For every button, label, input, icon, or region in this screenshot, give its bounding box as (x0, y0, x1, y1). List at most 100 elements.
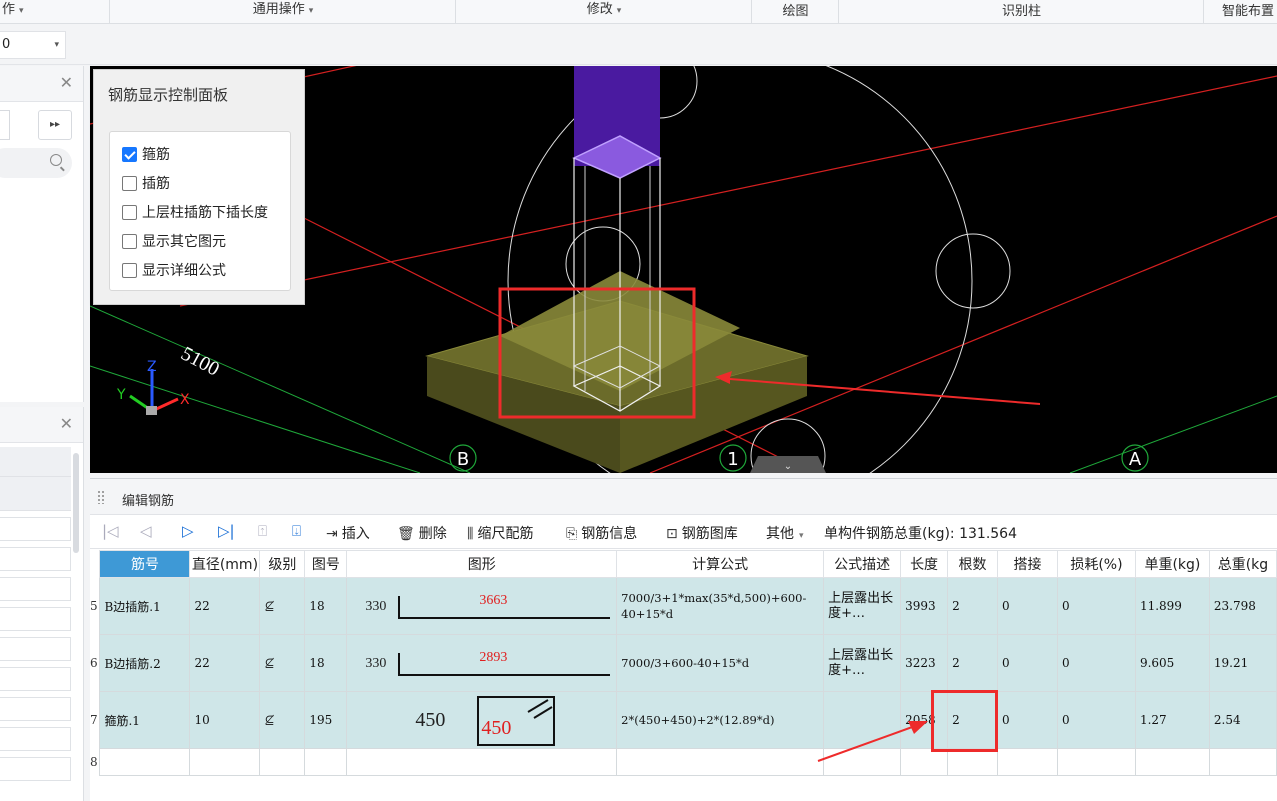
cell-empty[interactable] (99, 748, 191, 776)
cell-loss[interactable]: 0 (1056, 577, 1136, 635)
cell-empty[interactable] (1056, 748, 1136, 776)
col-header[interactable]: 总重(kg (1208, 550, 1277, 578)
ribbon-group-smart-layout[interactable]: 智能布置 (1205, 0, 1277, 24)
ribbon-group-identify-column[interactable]: 识别柱 (840, 0, 1204, 24)
property-row[interactable] (0, 667, 71, 691)
delete-button[interactable]: 🗑 删除 (397, 523, 447, 543)
cell-unit-weight[interactable]: 9.605 (1134, 634, 1210, 692)
col-header[interactable]: 长度 (900, 550, 949, 578)
col-header[interactable]: 计算公式 (616, 550, 825, 578)
cell-total-weight[interactable]: 23.798 (1208, 577, 1277, 635)
col-header[interactable]: 图形 (346, 550, 618, 578)
ribbon-group-modify[interactable]: 修改 ▾ (457, 0, 752, 24)
cell-diameter[interactable]: 22 (189, 577, 261, 635)
cell-shape[interactable]: 330 2893 (346, 634, 618, 692)
close-icon[interactable]: ✕ (60, 74, 73, 92)
option-show-formula[interactable]: 显示详细公式 (122, 260, 226, 280)
cell-name[interactable]: B边插筋.1 (99, 577, 191, 635)
cell-shape[interactable]: 450 450 (346, 691, 618, 749)
option-stirrup[interactable]: 箍筋 (122, 144, 170, 164)
ribbon-group-draw[interactable]: 绘图 (753, 0, 839, 24)
col-header[interactable]: 根数 (947, 550, 999, 578)
move-up-icon[interactable]: ⍐ (258, 522, 267, 540)
checkbox[interactable] (122, 262, 137, 278)
last-record-icon[interactable]: ▷| (218, 522, 235, 540)
property-row[interactable] (0, 697, 71, 721)
cell-formula[interactable]: 7000/3+1*max(35*d,500)+600-40+15*d (616, 577, 825, 635)
insert-button[interactable]: ⇥ 插入 (326, 523, 370, 543)
table-row[interactable]: 7 箍筋.1 10 ⊈ 195 450 450 2*(450+450)+2*(1… (90, 691, 1277, 749)
cell-loss[interactable]: 0 (1056, 691, 1136, 749)
cell-empty[interactable] (189, 748, 261, 776)
checkbox[interactable] (122, 233, 137, 249)
option-dowel[interactable]: 插筋 (122, 173, 170, 193)
cell-empty[interactable] (1134, 748, 1210, 776)
col-header[interactable]: 单重(kg) (1134, 550, 1210, 578)
ribbon-group-operate[interactable]: 作 ▾ (0, 0, 110, 24)
cell-grade[interactable]: ⊈ (259, 634, 306, 692)
checkbox[interactable] (122, 204, 137, 220)
scrollbar[interactable] (73, 453, 79, 553)
cell-empty[interactable] (346, 748, 618, 776)
cell-count[interactable]: 2 (947, 577, 999, 635)
col-header[interactable]: 直径(mm) (189, 550, 261, 578)
checkbox[interactable] (122, 175, 137, 191)
close-icon[interactable]: ✕ (60, 415, 73, 433)
cell-lap[interactable]: 0 (997, 577, 1058, 635)
search-input[interactable] (0, 148, 72, 178)
filter-input[interactable] (0, 110, 10, 140)
property-row[interactable] (0, 637, 71, 661)
table-row[interactable]: 6 B边插筋.2 22 ⊈ 18 330 2893 7000/3+600-40+… (90, 634, 1277, 692)
cell-count[interactable]: 2 (947, 634, 999, 692)
cell-empty[interactable] (1208, 748, 1277, 776)
cell-unit-weight[interactable]: 1.27 (1134, 691, 1210, 749)
cell-empty[interactable] (947, 748, 999, 776)
table-row[interactable]: 5 B边插筋.1 22 ⊈ 18 330 3663 7000/3+1*max(3… (90, 577, 1277, 635)
col-header[interactable]: 搭接 (997, 550, 1058, 578)
cell-formula[interactable]: 7000/3+600-40+15*d (616, 634, 825, 692)
first-record-icon[interactable]: |◁ (102, 522, 119, 540)
checkbox[interactable] (122, 146, 137, 162)
col-header[interactable]: 级别 (259, 550, 306, 578)
property-row[interactable] (0, 727, 71, 751)
property-row[interactable] (0, 757, 71, 781)
cell-diameter[interactable]: 22 (189, 634, 261, 692)
option-upper-dowel-length[interactable]: 上层柱插筋下插长度 (122, 202, 268, 222)
cell-fig[interactable]: 18 (304, 577, 348, 635)
rebar-library-button[interactable]: ⊡ 钢筋图库 (666, 523, 738, 543)
cell-grade[interactable]: ⊈ (259, 691, 306, 749)
cell-empty[interactable] (997, 748, 1058, 776)
cell-name[interactable]: 箍筋.1 (99, 691, 191, 749)
other-menu[interactable]: 其他 ▾ (766, 523, 804, 543)
cell-lap[interactable]: 0 (997, 691, 1058, 749)
cell-grade[interactable]: ⊈ (259, 577, 306, 635)
cell-empty[interactable] (304, 748, 348, 776)
cell-empty[interactable] (616, 748, 825, 776)
drag-handle-icon[interactable] (97, 490, 105, 504)
table-row-empty[interactable]: 8 (90, 748, 1277, 776)
cell-unit-weight[interactable]: 11.899 (1134, 577, 1210, 635)
cell-desc[interactable]: 上层露出长度+… (823, 634, 902, 692)
move-down-icon[interactable]: ⍗ (292, 522, 301, 540)
cell-fig[interactable]: 195 (304, 691, 348, 749)
cell-desc[interactable]: 上层露出长度+… (823, 577, 902, 635)
property-row[interactable] (0, 577, 71, 601)
prev-record-icon[interactable]: ◁ (140, 522, 152, 540)
property-row[interactable] (0, 547, 71, 571)
col-header[interactable]: 公式描述 (823, 550, 902, 578)
ribbon-group-general-ops[interactable]: 通用操作 ▾ (111, 0, 456, 24)
cell-length[interactable]: 3993 (900, 577, 949, 635)
cell-fig[interactable]: 18 (304, 634, 348, 692)
cell-lap[interactable]: 0 (997, 634, 1058, 692)
property-row[interactable] (0, 517, 71, 541)
property-row[interactable] (0, 477, 71, 511)
zoom-select[interactable]: 0 ▾ (0, 31, 66, 59)
cell-name[interactable]: B边插筋.2 (99, 634, 191, 692)
scale-rebar-button[interactable]: ⫼ 缩尺配筋 (467, 523, 533, 543)
cell-loss[interactable]: 0 (1056, 634, 1136, 692)
cell-length[interactable]: 3223 (900, 634, 949, 692)
option-show-other[interactable]: 显示其它图元 (122, 231, 226, 251)
col-header[interactable]: 筋号 (99, 550, 191, 578)
expand-button[interactable]: ▸▸ (38, 110, 72, 140)
next-record-icon[interactable]: ▷ (182, 522, 194, 540)
